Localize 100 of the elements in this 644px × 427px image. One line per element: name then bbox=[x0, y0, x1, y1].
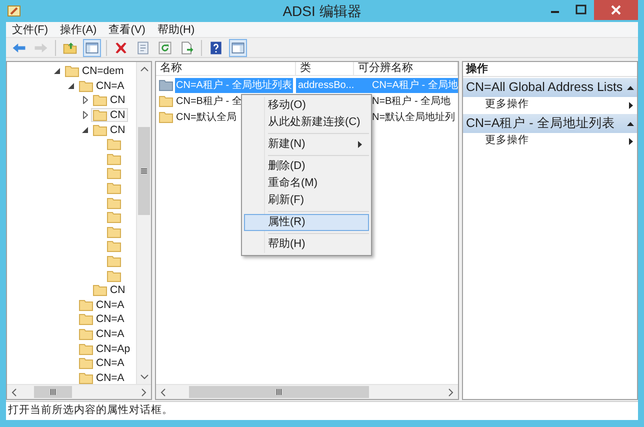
menu-item[interactable]: 查看(V) bbox=[102, 22, 152, 36]
tree-item[interactable] bbox=[105, 196, 124, 210]
menu-item[interactable]: 移动(O) bbox=[244, 97, 369, 114]
folder-icon bbox=[79, 342, 93, 355]
tree-item[interactable] bbox=[105, 224, 124, 239]
tree-item[interactable]: CN=Ap bbox=[77, 342, 134, 356]
grip-icon bbox=[141, 168, 147, 174]
tree-item[interactable]: CN=A bbox=[77, 78, 128, 93]
tree-label: CN bbox=[110, 94, 126, 106]
tree-item[interactable] bbox=[105, 239, 124, 254]
tree-item[interactable]: CN=A bbox=[77, 326, 128, 341]
column-header[interactable]: 名称 bbox=[156, 62, 296, 75]
tree-item[interactable] bbox=[105, 254, 124, 268]
tree-label: CN=A bbox=[96, 80, 124, 92]
tree-item[interactable] bbox=[105, 268, 124, 283]
more-arrow-icon bbox=[629, 102, 633, 108]
folder-icon bbox=[107, 211, 121, 224]
menu-item[interactable]: 操作(A) bbox=[54, 22, 103, 36]
list-cell-text: N=默认全局地址列 bbox=[372, 110, 456, 124]
tree-label: CN=A bbox=[96, 328, 124, 340]
expand-arrow-icon[interactable] bbox=[82, 111, 88, 120]
tree-item[interactable]: CN bbox=[91, 283, 128, 298]
submenu-arrow-icon bbox=[358, 141, 362, 148]
folder-icon bbox=[79, 357, 93, 370]
list-cell-text: addressBo... bbox=[298, 78, 354, 92]
collapse-arrow-icon[interactable] bbox=[82, 126, 88, 133]
folder-icon bbox=[159, 111, 173, 123]
collapse-icon bbox=[627, 86, 634, 90]
tree-label: CN bbox=[110, 284, 126, 296]
tree-label: CN=A bbox=[96, 298, 124, 311]
folder-icon bbox=[93, 109, 107, 122]
address-list-icon bbox=[159, 79, 173, 91]
folder-icon bbox=[107, 270, 121, 282]
scrollbar-thumb[interactable] bbox=[34, 386, 72, 398]
tree-item[interactable]: CN=A bbox=[77, 298, 128, 312]
list-cell-text: CN=A租户 - 全局地 bbox=[372, 78, 458, 92]
folder-icon bbox=[79, 328, 93, 340]
tree-label: CN bbox=[110, 109, 126, 122]
tree-label: CN=A bbox=[96, 357, 124, 370]
menu-item[interactable]: 重命名(M) bbox=[244, 175, 369, 192]
close-icon[interactable] bbox=[594, 0, 638, 20]
list-cell[interactable]: CN=B租户 - 全 bbox=[175, 94, 243, 108]
folder-icon bbox=[93, 284, 107, 296]
section-header[interactable]: CN=All Global Address Lists bbox=[463, 78, 637, 97]
tree-label: CN=dem bbox=[82, 65, 124, 78]
tree-item[interactable] bbox=[105, 166, 124, 180]
tree-label: CN=Ap bbox=[96, 342, 130, 355]
list-cell[interactable]: CN=默认全局 bbox=[175, 110, 238, 124]
expand-arrow-icon[interactable] bbox=[82, 96, 88, 104]
tree-item[interactable] bbox=[105, 181, 124, 196]
folder-icon bbox=[79, 80, 93, 92]
tree-label: CN=A bbox=[96, 372, 124, 384]
folder-icon bbox=[107, 138, 121, 150]
scrollbar-thumb[interactable] bbox=[189, 386, 369, 398]
action-item[interactable]: 更多操作 bbox=[463, 97, 637, 113]
tree-item[interactable]: CN=dem bbox=[63, 64, 127, 78]
collapse-arrow-icon[interactable] bbox=[54, 68, 60, 74]
folder-icon bbox=[65, 65, 79, 78]
menu-item[interactable]: 帮助(H) bbox=[244, 236, 369, 253]
menu-item[interactable]: 属性(R) bbox=[244, 214, 369, 231]
action-item[interactable]: 更多操作 bbox=[463, 133, 637, 149]
list-cell-text: N=B租户 - 全局地 bbox=[372, 94, 451, 108]
grip-icon bbox=[276, 389, 282, 395]
action-pane-icon[interactable] bbox=[229, 38, 247, 56]
folder-icon bbox=[79, 298, 93, 311]
folder-icon bbox=[107, 167, 121, 180]
more-arrow-icon bbox=[629, 138, 633, 144]
menu-item[interactable]: 删除(D) bbox=[244, 158, 369, 175]
action-pane-title: 操作 bbox=[463, 62, 637, 77]
tree-item[interactable]: CN=A bbox=[77, 312, 128, 326]
tree-item[interactable]: CN bbox=[91, 93, 128, 108]
collapse-arrow-icon[interactable] bbox=[68, 82, 74, 89]
window-title: ADSI 编辑器 bbox=[282, 2, 362, 20]
tree-item[interactable]: CN bbox=[91, 108, 128, 122]
menu-item[interactable]: 新建(N) bbox=[244, 136, 369, 153]
column-header[interactable]: 可分辨名称 bbox=[354, 62, 458, 75]
column-header[interactable]: 类 bbox=[296, 62, 354, 75]
tree-label: CN bbox=[110, 124, 126, 136]
collapse-icon bbox=[627, 122, 634, 126]
tree-item[interactable]: CN=A bbox=[77, 370, 128, 385]
menu-item[interactable]: 帮助(H) bbox=[151, 22, 201, 36]
tree-item[interactable] bbox=[105, 210, 124, 224]
tree-pane-icon[interactable] bbox=[83, 38, 101, 56]
tree-item[interactable] bbox=[105, 152, 124, 166]
menu-item[interactable]: 刷新(F) bbox=[244, 192, 369, 209]
section-header[interactable]: CN=A租户 - 全局地址列表 bbox=[463, 114, 637, 133]
menu-item[interactable]: 文件(F) bbox=[6, 22, 54, 36]
folder-icon bbox=[159, 95, 173, 107]
grip-icon bbox=[50, 389, 56, 395]
scrollbar-thumb[interactable] bbox=[138, 127, 150, 215]
folder-icon bbox=[107, 240, 121, 252]
folder-icon bbox=[107, 255, 121, 268]
menu-item[interactable]: 从此处新建连接(C) bbox=[244, 114, 369, 131]
app-icon bbox=[7, 4, 21, 18]
tree-item[interactable] bbox=[105, 137, 124, 152]
tree-label: CN=A bbox=[96, 313, 124, 326]
folder-icon bbox=[107, 182, 121, 194]
tree-item[interactable]: CN bbox=[91, 122, 128, 137]
folder-icon bbox=[107, 152, 121, 165]
tree-item[interactable]: CN=A bbox=[77, 356, 128, 370]
